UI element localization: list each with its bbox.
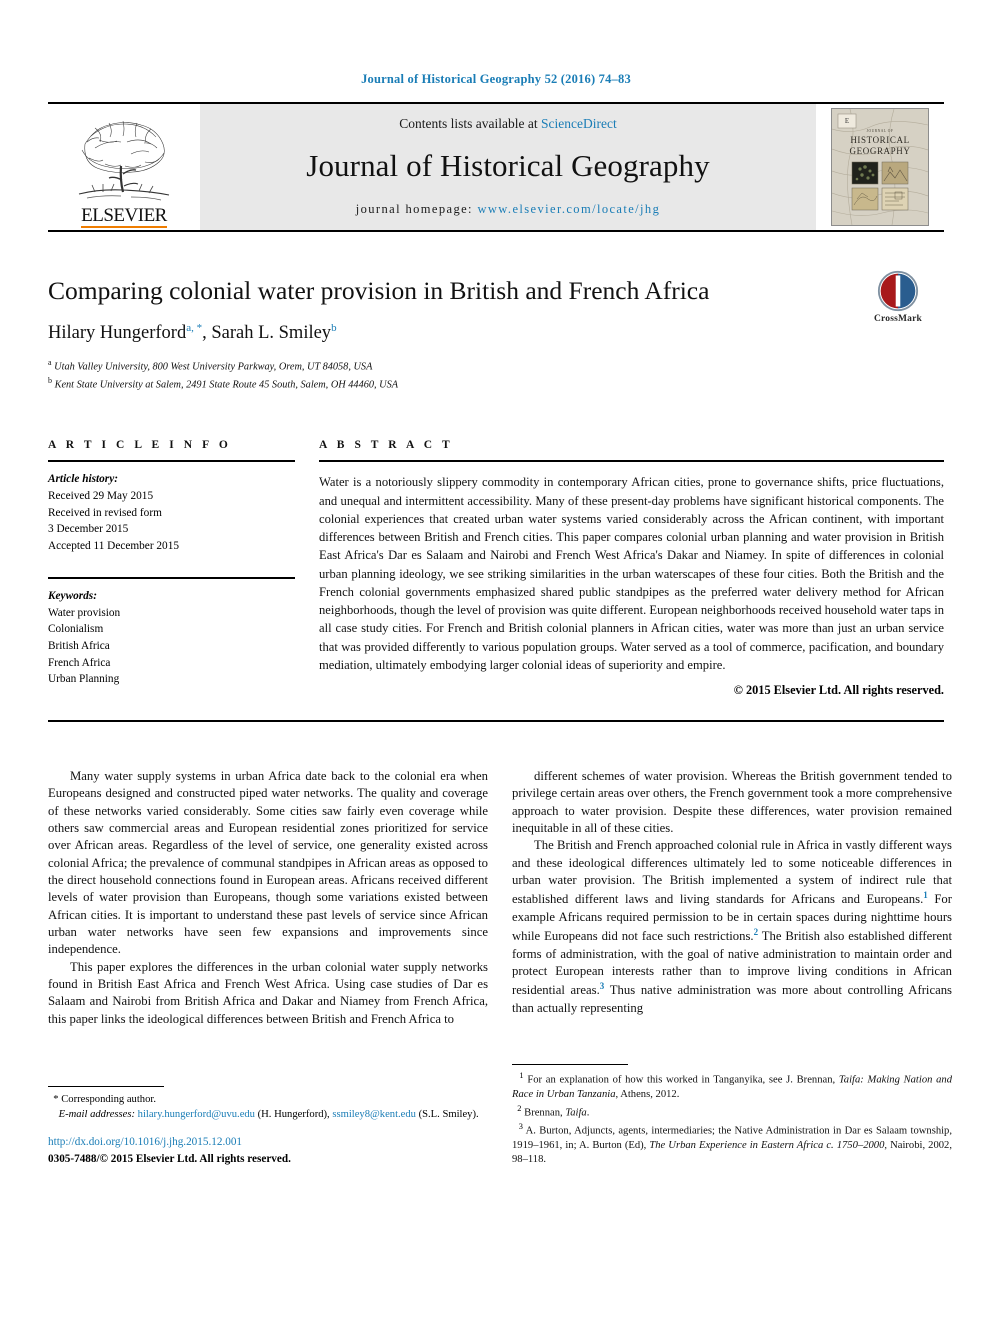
history-line: Received 29 May 2015 [48,490,154,503]
elsevier-tree-icon [65,114,183,206]
article-page: Journal of Historical Geography 52 (2016… [0,0,992,1323]
footnote-text: Brennan, [521,1107,566,1119]
author-1-marks[interactable]: a, * [186,322,202,334]
article-body: Many water supply systems in urban Afric… [48,768,952,1168]
keyword-item: French Africa [48,656,111,669]
running-head: Journal of Historical Geography 52 (2016… [361,72,631,86]
body-paragraph: The British and French approached coloni… [512,837,952,1017]
affiliations: a Utah Valley University, 800 West Unive… [48,357,944,393]
history-line: Received in revised form [48,506,162,519]
title-block: CrossMark Comparing colonial water provi… [48,270,944,393]
masthead-center: Contents lists available at ScienceDirec… [200,104,816,230]
journal-masthead: ELSEVIER Contents lists available at Sci… [48,102,944,232]
elsevier-logo: ELSEVIER [48,104,200,230]
footnote-italic-title: Taifa [565,1107,587,1119]
footnotes-block: 1 For an explanation of how this worked … [512,1063,952,1168]
keywords-label: Keywords: [48,589,97,602]
author-name-1: Hilary Hungerford [48,323,187,344]
svg-text:HISTORICAL: HISTORICAL [850,135,909,145]
keywords-rule [48,576,295,579]
affiliation-b-text: Kent State University at Salem, 2491 Sta… [54,379,399,391]
article-info-column: A R T I C L E I N F O Article history: R… [48,439,295,698]
correspondence-block: * Corresponding author. E-mail addresses… [48,1086,488,1168]
page-title: Comparing colonial water provision in Br… [48,276,710,305]
footnote-item: 3 A. Burton, Adjuncts, agents, intermedi… [512,1121,952,1168]
body-column-right: different schemes of water provision. Wh… [512,768,952,1168]
footnotes-rule [512,1063,628,1065]
body-text-segment: The British and French approached coloni… [512,838,952,907]
email-owner-2: (S.L. Smiley). [415,1109,479,1121]
keyword-item: Water provision [48,606,121,619]
corresponding-author-text: Corresponding author. [58,1094,156,1106]
author-separator: , [202,323,212,344]
history-line: 3 December 2015 [48,523,129,536]
affiliation-b: b Kent State University at Salem, 2491 S… [48,375,944,393]
homepage-prefix: journal homepage: [355,201,478,216]
author-2-marks[interactable]: b [331,322,337,334]
body-paragraph: Many water supply systems in urban Afric… [48,769,488,957]
crossmark-badge[interactable]: CrossMark [852,270,944,324]
abstract-text: Water is a notoriously slippery commodit… [319,475,944,672]
footnote-text-tail: . [586,1107,590,1119]
crossmark-icon [877,270,919,312]
journal-cover-image: E JOURNAL OF HISTORICAL GEOGRAPHY [831,108,929,226]
affiliation-a-text: Utah Valley University, 800 West Univers… [54,361,373,373]
article-history-label: Article history: [48,473,118,486]
keyword-item: Colonialism [48,623,104,636]
abstract-heading: A B S T R A C T [319,439,454,452]
keywords-group: Keywords: Water provision Colonialism Br… [48,568,295,688]
issn-copyright-line: 0305-7488/© 2015 Elsevier Ltd. All right… [48,1153,291,1166]
footnote-text-tail: , Athens, 2012. [615,1088,680,1100]
keyword-item: Urban Planning [48,673,120,686]
affiliation-a: a Utah Valley University, 800 West Unive… [48,357,944,375]
elsevier-wordmark: ELSEVIER [81,205,167,228]
journal-title: Journal of Historical Geography [306,147,710,183]
affiliation-a-mark: a [48,358,52,368]
email-owner-1: (H. Hungerford), [254,1109,333,1121]
footnote-item: 1 For an explanation of how this worked … [512,1070,952,1103]
keyword-item: British Africa [48,640,110,653]
article-info-heading: A R T I C L E I N F O [48,439,232,452]
correspondence-rule [48,1086,164,1088]
corresponding-author-line: * Corresponding author. [48,1092,488,1107]
author-name-2: Sarah L. Smiley [211,323,332,344]
footnote-italic-title: The Urban Experience in Eastern Africa c… [649,1139,885,1151]
journal-homepage-link[interactable]: www.elsevier.com/locate/jhg [477,202,660,216]
svg-text:E: E [845,117,849,125]
svg-text:GEOGRAPHY: GEOGRAPHY [850,146,911,156]
email-link-1[interactable]: hilary.hungerford@uvu.edu [138,1109,255,1120]
info-abstract-section: A R T I C L E I N F O Article history: R… [48,439,944,698]
body-column-left: Many water supply systems in urban Afric… [48,768,488,1168]
journal-homepage-line: journal homepage: www.elsevier.com/locat… [356,202,660,217]
section-divider-rule [48,720,944,723]
crossmark-label: CrossMark [873,314,923,324]
email-addresses-line: E-mail addresses: hilary.hungerford@uvu.… [48,1107,488,1122]
footnote-text: For an explanation of how this worked in… [523,1074,839,1086]
sciencedirect-link[interactable]: ScienceDirect [541,116,617,131]
abstract-column: A B S T R A C T Water is a notoriously s… [319,439,944,698]
abstract-copyright: © 2015 Elsevier Ltd. All rights reserved… [733,683,944,698]
doi-link[interactable]: http://dx.doi.org/10.1016/j.jhg.2015.12.… [48,1135,488,1151]
affiliation-b-mark: b [48,376,52,386]
svg-text:JOURNAL OF: JOURNAL OF [867,129,894,133]
author-list: Hilary Hungerforda, *, Sarah L. Smileyb [48,322,944,344]
body-paragraph: different schemes of water provision. Wh… [512,769,952,836]
journal-cover-thumbnail: E JOURNAL OF HISTORICAL GEOGRAPHY [816,104,944,230]
article-history-group: Article history: Received 29 May 2015 Re… [48,462,295,555]
email-link-2[interactable]: ssmiley8@kent.edu [332,1109,416,1120]
contents-prefix: Contents lists available at [399,115,541,131]
footnote-item: 2 Brennan, Taifa. [512,1103,952,1121]
email-label: E-mail addresses: [58,1109,135,1121]
history-line: Accepted 11 December 2015 [48,540,180,553]
contents-available-line: Contents lists available at ScienceDirec… [399,116,616,132]
body-paragraph: This paper explores the differences in t… [48,959,488,1026]
